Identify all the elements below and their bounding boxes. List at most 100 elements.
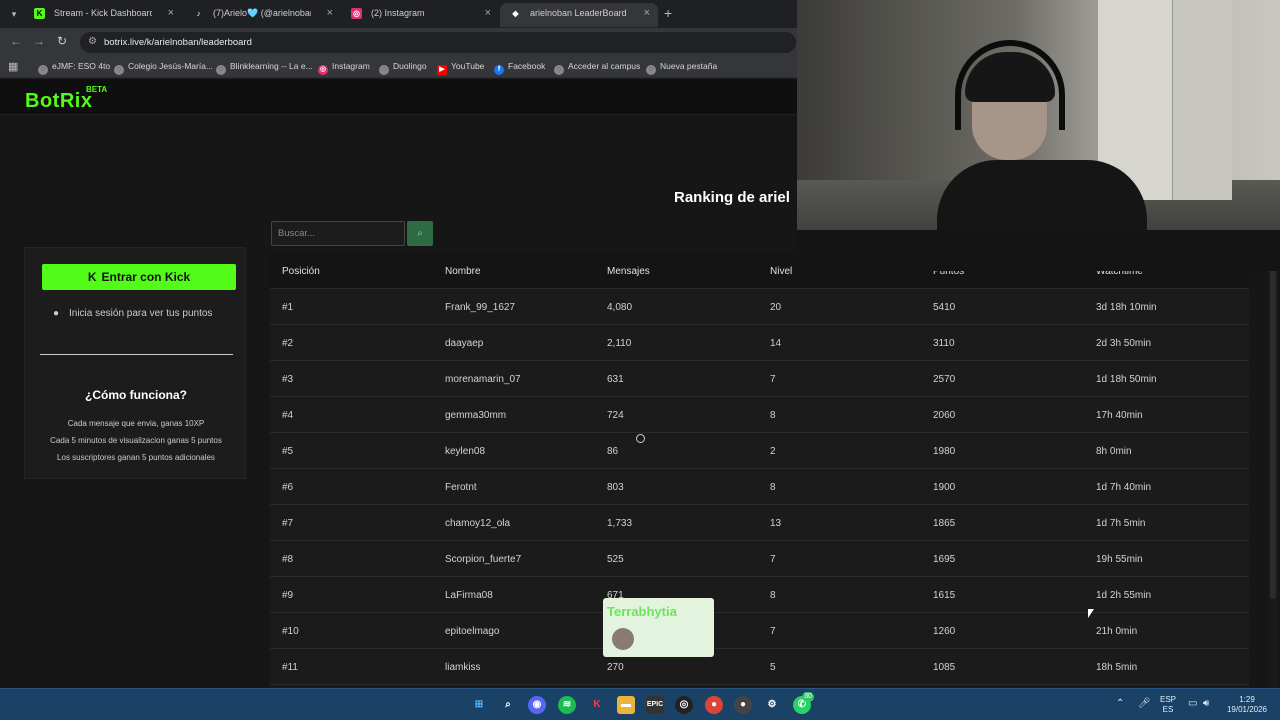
- table-cell: #8: [282, 554, 294, 565]
- bookmark-label: Facebook: [508, 61, 546, 71]
- bookmark-item[interactable]: ◎ Instagram: [318, 61, 370, 75]
- close-icon[interactable]: ×: [485, 3, 491, 23]
- table-cell: 2: [770, 446, 776, 457]
- how-it-works-line: Cada 5 minutos de visualizacion ganas 5 …: [50, 436, 222, 445]
- new-tab-button[interactable]: +: [664, 5, 672, 21]
- language-code: ESP: [1160, 695, 1177, 704]
- close-icon[interactable]: ×: [644, 3, 650, 23]
- back-icon[interactable]: ←: [10, 34, 22, 48]
- globe-icon: ◌: [554, 65, 564, 75]
- settings-icon[interactable]: ⚙: [763, 696, 781, 714]
- table-cell: 803: [607, 482, 624, 493]
- close-icon[interactable]: ×: [327, 3, 333, 23]
- table-cell: 17h 40min: [1096, 410, 1143, 421]
- tab-kick-dashboard[interactable]: K Stream - Kick Dashboard ×: [24, 3, 182, 27]
- forward-icon[interactable]: →: [33, 34, 45, 48]
- table-cell: #11: [282, 662, 298, 673]
- bookmark-item[interactable]: ◌ Acceder al campus: [554, 61, 640, 75]
- table-row: #1 Frank_99_1627 4,080 20 5410 3d 18h 10min: [270, 289, 1249, 325]
- table-cell: keylen08: [445, 446, 486, 457]
- reload-icon[interactable]: ↻: [57, 34, 67, 48]
- table-row: #5 keylen08 86 2 1980 8h 0min: [270, 433, 1249, 469]
- table-cell: epitoelmago: [445, 626, 500, 637]
- table-cell: Frank_99_1627: [445, 302, 516, 313]
- table-cell: 525: [607, 554, 624, 565]
- bookmark-label: Nueva pestaña: [660, 61, 718, 71]
- spotify-icon[interactable]: ≋: [558, 696, 576, 714]
- site-info-icon[interactable]: ⚙: [88, 36, 97, 47]
- column-header[interactable]: Mensajes: [607, 266, 650, 277]
- address-bar[interactable]: ⚙ botrix.live/k/arielnoban/leaderboard: [80, 32, 796, 53]
- login-hint-text: Inicia sesión para ver tus puntos: [69, 308, 213, 319]
- table-cell: daayaep: [445, 338, 484, 349]
- login-hint: ● Inicia sesión para ver tus puntos: [53, 308, 212, 319]
- keyboard-code: ES: [1162, 705, 1174, 714]
- tab-leaderboard[interactable]: ◆ arielnoban LeaderBoard | The best ×: [500, 3, 658, 27]
- table-cell: 8: [770, 482, 776, 493]
- clock[interactable]: 1:29 19/01/2026: [1225, 695, 1269, 715]
- table-cell: 1d 7h 40min: [1096, 482, 1152, 493]
- table-cell: 8: [770, 590, 776, 601]
- apps-grid-icon[interactable]: ▦: [8, 60, 18, 73]
- table-cell: 21h 0min: [1096, 626, 1138, 637]
- table-cell: 1d 7h 5min: [1096, 518, 1146, 529]
- kick-login-label: Entrar con Kick: [101, 270, 191, 284]
- bookmark-label: Blinklearning -- La e...: [230, 61, 313, 71]
- start-icon[interactable]: ⊞: [470, 696, 488, 714]
- table-cell: #6: [282, 482, 294, 493]
- kick-app-icon[interactable]: K: [588, 696, 606, 714]
- clock-date: 19/01/2026: [1226, 705, 1268, 714]
- bookmark-item[interactable]: ◌ Blinklearning -- La e...: [216, 61, 313, 75]
- folder-icon[interactable]: ▬: [617, 696, 635, 714]
- botrix-icon: ◆: [512, 9, 519, 18]
- close-icon[interactable]: ×: [168, 3, 174, 23]
- column-header[interactable]: Posición: [282, 266, 320, 277]
- search-button[interactable]: ⌕: [407, 221, 433, 246]
- search-input[interactable]: [271, 221, 405, 246]
- microphone-icon[interactable]: 🎤︎: [1138, 698, 1151, 709]
- obs-icon[interactable]: ◎: [675, 696, 693, 714]
- kick-icon: K: [87, 270, 97, 284]
- kick-login-button[interactable]: K Entrar con Kick: [42, 264, 236, 290]
- column-header[interactable]: Nombre: [445, 266, 481, 277]
- bookmark-item[interactable]: ◌ eJMF: ESO 4to: [38, 61, 110, 75]
- table-cell: 4,080: [607, 302, 633, 313]
- table-row: #3 morenamarin_07 631 7 2570 1d 18h 50min: [270, 361, 1249, 397]
- tab-tiktok[interactable]: ♪ (7)Arielo🩵 (@arielnoban) | TikTok ×: [183, 3, 341, 27]
- column-header[interactable]: Nivel: [770, 266, 792, 277]
- bookmark-item[interactable]: ◌ Nueva pestaña: [646, 61, 717, 75]
- webcam-desk: [797, 230, 1280, 271]
- login-sidebar: K Entrar con Kick ● Inicia sesión para ver…: [24, 247, 246, 479]
- search-icon[interactable]: ⌕: [499, 696, 517, 714]
- discord-icon[interactable]: ◉: [528, 696, 546, 714]
- table-row: #10 epitoelmago 7 1260 21h 0min: [270, 613, 1249, 649]
- loading-indicator: [636, 434, 645, 443]
- table-cell: 724: [607, 410, 624, 421]
- bookmark-item[interactable]: f Facebook: [494, 61, 545, 75]
- globe-icon: ◌: [646, 65, 656, 75]
- bookmark-item[interactable]: ◌ Colegio Jesús-María...: [114, 61, 213, 75]
- bookmark-label: Duolingo: [393, 61, 427, 71]
- table-cell: 1695: [933, 554, 956, 565]
- network-icon[interactable]: ▭: [1188, 698, 1197, 709]
- table-cell: 5410: [933, 302, 956, 313]
- volume-icon[interactable]: 🔊︎: [1203, 698, 1209, 709]
- beta-badge: BETA: [86, 85, 108, 94]
- chrome-icon[interactable]: ●: [705, 696, 723, 714]
- bookmark-item[interactable]: ◌ Duolingo: [379, 61, 427, 75]
- recorder-icon[interactable]: ●: [734, 696, 752, 714]
- language-indicator[interactable]: ESP ES: [1160, 695, 1176, 715]
- table-row: #11 liamkiss 270 5 1085 18h 5min: [270, 649, 1249, 685]
- epic-games-icon[interactable]: EPIC: [646, 696, 664, 714]
- tab-instagram[interactable]: ◎ (2) Instagram ×: [341, 3, 499, 27]
- table-cell: 7: [770, 374, 776, 385]
- table-cell: 1900: [933, 482, 956, 493]
- bookmark-item[interactable]: ▶ YouTube: [437, 61, 484, 75]
- botrix-logo[interactable]: BotRix: [25, 90, 92, 113]
- table-cell: 631: [607, 374, 624, 385]
- table-cell: 8h 0min: [1096, 446, 1132, 457]
- tab-title: Stream - Kick Dashboard: [54, 8, 152, 18]
- tab-search-icon[interactable]: ▾: [5, 5, 23, 23]
- instagram-icon: ◎: [318, 65, 328, 75]
- chevron-up-icon[interactable]: ⌃: [1116, 698, 1124, 709]
